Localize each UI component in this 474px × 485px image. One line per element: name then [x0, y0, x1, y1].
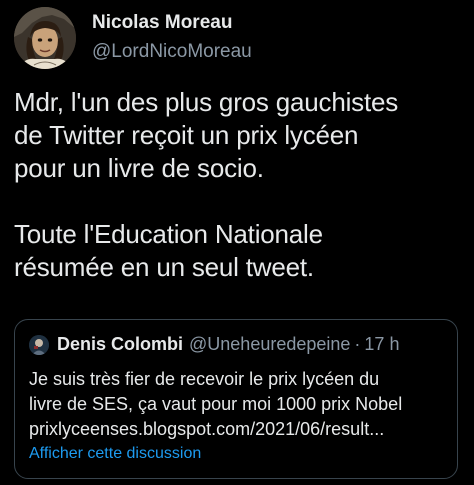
separator-dot: · — [354, 334, 361, 354]
tweet[interactable]: Nicolas Moreau @LordNicoMoreau Mdr, l'un… — [0, 0, 474, 485]
quoted-text-line: Je suis très fier de recevoir le prix ly… — [29, 369, 380, 389]
quoted-avatar-icon — [29, 334, 49, 355]
tweet-text-line: résumée en un seul tweet. — [14, 252, 314, 282]
author-display-name[interactable]: Nicolas Moreau — [92, 11, 252, 35]
tweet-text-line: de Twitter reçoit un prix lycéen — [14, 120, 359, 150]
tweet-text-line: pour un livre de socio. — [14, 153, 264, 183]
author-names: Nicolas Moreau @LordNicoMoreau — [92, 11, 252, 65]
author-handle[interactable]: @LordNicoMoreau — [92, 39, 252, 65]
author-avatar[interactable] — [14, 7, 76, 69]
quoted-author-avatar — [29, 334, 49, 355]
tweet-text-line: Toute l'Education Nationale — [14, 219, 323, 249]
quoted-timestamp: 17 h — [364, 334, 400, 354]
quoted-text-line: prixlyceenses.blogspot.com/2021/06/resul… — [29, 419, 385, 439]
tweet-text: Mdr, l'un des plus gros gauchistes de Tw… — [14, 86, 470, 284]
quoted-author-handle: @Uneheuredepeine — [189, 334, 351, 354]
quoted-author-name: Denis Colombi — [57, 334, 184, 354]
show-thread-link[interactable]: Afficher cette discussion — [29, 445, 201, 463]
quoted-tweet-header: Denis Colombi @Uneheuredepeine · 17 h — [29, 334, 399, 355]
quoted-tweet-card[interactable]: Denis Colombi @Uneheuredepeine · 17 h Je… — [14, 319, 458, 479]
tweet-header: Nicolas Moreau @LordNicoMoreau — [14, 6, 252, 70]
tweet-text-line: Mdr, l'un des plus gros gauchistes — [14, 87, 399, 117]
quoted-tweet-text: Je suis très fier de recevoir le prix ly… — [29, 367, 449, 442]
quoted-text-line: livre de SES, ça vaut pour moi 1000 prix… — [29, 394, 403, 414]
avatar-portrait-icon — [14, 7, 76, 69]
